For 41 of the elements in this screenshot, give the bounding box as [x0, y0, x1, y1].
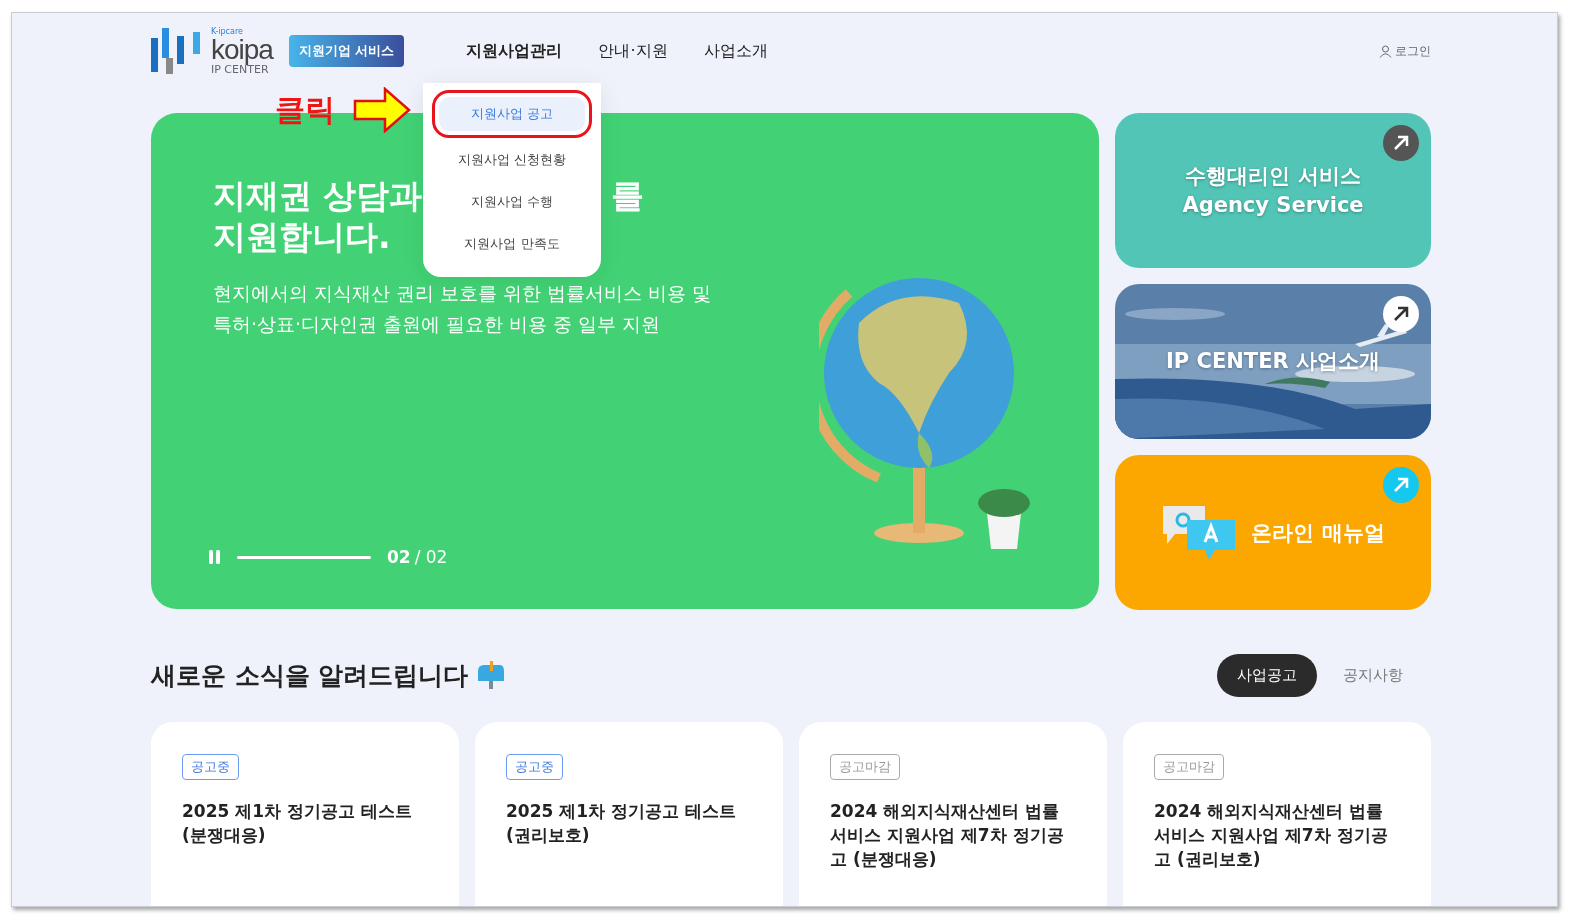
service-badge[interactable]: 지원기업 서비스 — [288, 35, 405, 67]
arrow-pointer-icon — [353, 87, 411, 133]
status-tag: 공고마감 — [1154, 754, 1224, 780]
card-title: 수행대리인 서비스 — [1185, 163, 1361, 191]
hero-title: 지원합니다. — [213, 216, 391, 258]
notice-card[interactable]: 공고중 2025 제1차 정기공고 테스트 (분쟁대응) — [151, 722, 459, 906]
slide-current: 02 — [387, 547, 411, 567]
news-tab[interactable]: 사업공고 — [1217, 653, 1317, 697]
notice-card[interactable]: 공고마감 2024 해외지식재산센터 법률 서비스 지원사업 제7차 정기공 고 (분쟁대응) — [799, 722, 1107, 906]
notice-title: 2025 제1차 정기공고 테스트 (권리보호) — [506, 800, 737, 847]
slide-total: / 02 — [414, 547, 448, 567]
notice-title: 2025 제1차 정기공고 테스트 (분쟁대응) — [182, 800, 413, 847]
login-link[interactable]: 로그인 — [1379, 42, 1431, 60]
section-heading: 새로운 소식을 알려드립니다 — [151, 659, 469, 692]
notice-title: 2024 해외지식재산센터 법률 서비스 지원사업 제7차 정기공 고 (권리보호) — [1154, 800, 1389, 871]
nav-link[interactable]: 지원사업관리 — [466, 40, 563, 62]
arrow-link-icon[interactable] — [1383, 296, 1419, 332]
card-title: IP CENTER 사업소개 — [1166, 348, 1380, 376]
notice-card[interactable]: 공고중 2025 제1차 정기공고 테스트 (권리보호) — [475, 722, 783, 906]
logo-name: koipa — [211, 35, 273, 64]
hero-title: 지재권 상담과 — [213, 175, 423, 217]
nav-link[interactable]: 사업소개 — [703, 40, 768, 62]
menu-item[interactable]: 지원사업 만족도 — [439, 227, 585, 261]
menu-item[interactable]: 지원사업 수행 — [439, 185, 585, 219]
logo-tagline: K-ipcare — [211, 27, 244, 36]
menu-item[interactable]: 지원사업 신청현황 — [439, 143, 585, 177]
card-subtitle: Agency Service — [1182, 191, 1364, 219]
arrow-link-icon[interactable] — [1383, 125, 1419, 161]
status-tag: 공고중 — [182, 754, 239, 780]
mailbox-icon — [476, 661, 507, 689]
status-tag: 공고마감 — [830, 754, 900, 780]
notice-title: 2024 해외지식재산센터 법률 서비스 지원사업 제7차 정기공 고 (분쟁대응) — [830, 800, 1065, 871]
user-icon — [1379, 44, 1392, 58]
hero-description: 현지에서의 지식재산 권리 보호를 위한 법률서비스 비용 및 특허·상표·디자인권 출원에 필요한 비용 중 일부 지원 — [213, 280, 713, 337]
notice-card[interactable]: 공고마감 2024 해외지식재산센터 법률 서비스 지원사업 제7차 정기공 고 (권리보호) — [1123, 722, 1431, 906]
card-title: 온라인 매뉴얼 — [1251, 519, 1385, 547]
status-tag: 공고중 — [506, 754, 563, 780]
hero-title: 를 — [610, 175, 644, 217]
news-tab[interactable]: 공지사항 — [1323, 653, 1423, 697]
logo-bars-icon — [151, 28, 203, 74]
nav-link[interactable]: 안내·지원 — [598, 40, 668, 62]
